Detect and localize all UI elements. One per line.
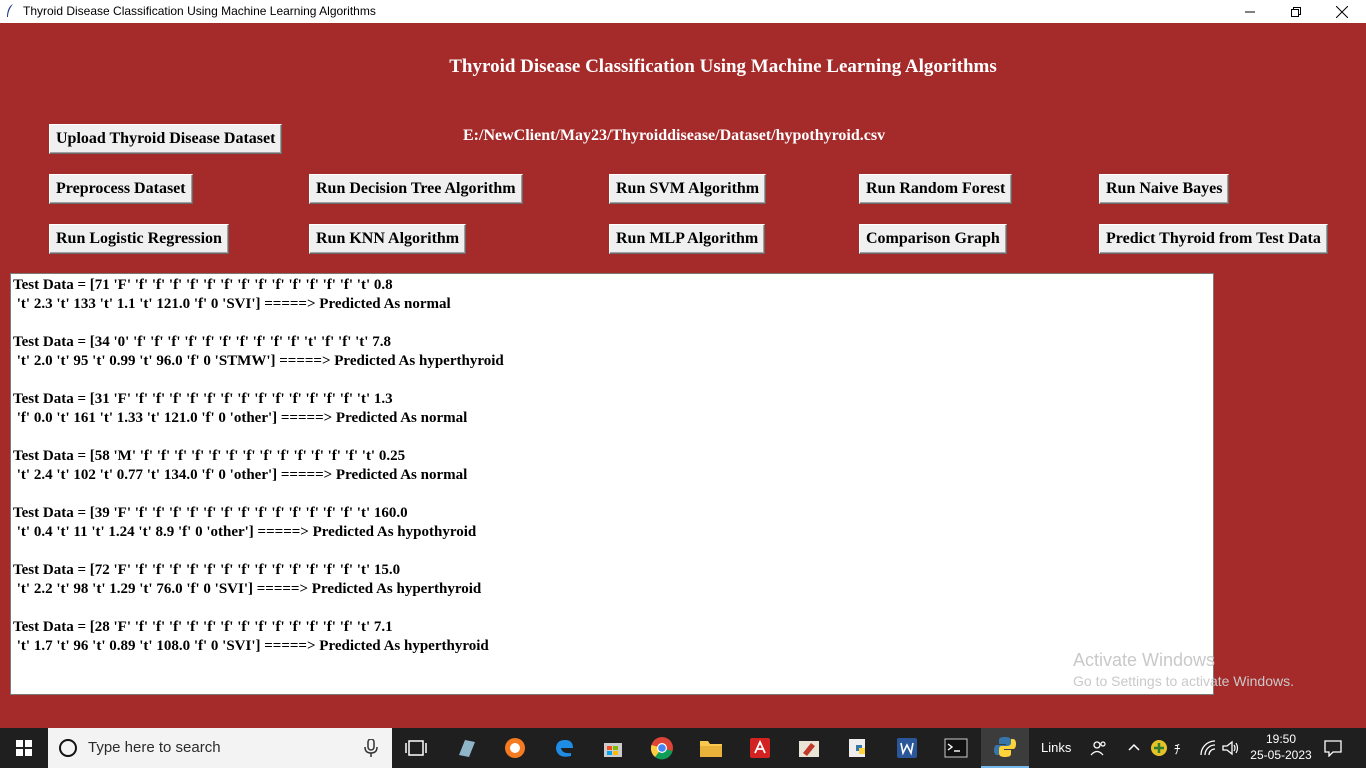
taskbar-paint[interactable] [785, 728, 833, 768]
terminal-icon [944, 738, 968, 758]
avast-icon [505, 738, 525, 758]
window-title: Thyroid Disease Classification Using Mac… [23, 4, 376, 18]
volume-icon[interactable] [1222, 740, 1240, 756]
taskbar: Type here to search Links ﾁ 19:50 25-05-… [0, 728, 1366, 768]
mlp-button[interactable]: Run MLP Algorithm [609, 224, 766, 254]
clock-date: 25-05-2023 [1250, 748, 1312, 762]
decision-tree-button[interactable]: Run Decision Tree Algorithm [309, 174, 523, 204]
chrome-icon [650, 737, 673, 760]
acrobat-icon [750, 738, 770, 758]
clock-time: 19:50 [1265, 732, 1297, 746]
links-toolbar-label[interactable]: Links [1041, 740, 1071, 755]
word-icon [897, 738, 917, 758]
taskbar-app-store-app[interactable] [442, 728, 490, 768]
antivirus-tray-icon[interactable] [1150, 739, 1168, 757]
taskbar-word[interactable] [883, 728, 931, 768]
close-button[interactable] [1319, 0, 1365, 23]
taskbar-chrome[interactable] [638, 728, 686, 768]
store-icon [604, 743, 622, 757]
ime-icon[interactable]: ﾁ [1174, 739, 1181, 758]
output-text-area[interactable]: Test Data = [71 'F' 'f' 'f' 'f' 'f' 'f' … [10, 273, 1214, 695]
activate-watermark-subtitle: Go to Settings to activate Windows. [1073, 673, 1294, 689]
restore-button[interactable] [1273, 0, 1319, 23]
output-line: Test Data = [31 'F' 'f' 'f' 'f' 'f' 'f' … [13, 391, 468, 426]
edge-icon [556, 740, 573, 757]
file-explorer-icon [700, 741, 722, 757]
comparison-graph-button[interactable]: Comparison Graph [859, 224, 1007, 254]
app-window-content: Thyroid Disease Classification Using Mac… [0, 23, 1366, 728]
paint-icon [799, 741, 819, 757]
wifi-icon[interactable] [1200, 740, 1218, 756]
upload-dataset-button[interactable]: Upload Thyroid Disease Dataset [49, 124, 283, 154]
python-icon [994, 737, 1016, 757]
output-line: Test Data = [39 'F' 'f' 'f' 'f' 'f' 'f' … [13, 505, 477, 540]
page-title-wrapper: Thyroid Disease Classification Using Mac… [0, 56, 1366, 78]
predict-button[interactable]: Predict Thyroid from Test Data [1099, 224, 1328, 254]
chevron-up-icon[interactable] [1128, 742, 1140, 752]
output-line: Test Data = [28 'F' 'f' 'f' 'f' 'f' 'f' … [13, 619, 489, 654]
taskbar-store[interactable] [589, 728, 637, 768]
output-line: Test Data = [34 '0' 'f' 'f' 'f' 'f' 'f' … [13, 334, 504, 369]
random-forest-button[interactable]: Run Random Forest [859, 174, 1013, 204]
search-icon [59, 739, 77, 757]
taskbar-python-idle[interactable] [834, 728, 882, 768]
page-title: Thyroid Disease Classification Using Mac… [449, 56, 997, 77]
svm-button[interactable]: Run SVM Algorithm [609, 174, 767, 204]
taskbar-search-box[interactable]: Type here to search [48, 728, 392, 768]
logistic-regression-button[interactable]: Run Logistic Regression [49, 224, 229, 254]
task-view-button[interactable] [392, 728, 440, 768]
knn-button[interactable]: Run KNN Algorithm [309, 224, 467, 254]
naive-bayes-button[interactable]: Run Naive Bayes [1099, 174, 1230, 204]
taskbar-acrobat[interactable] [736, 728, 784, 768]
minimize-button[interactable] [1227, 0, 1273, 23]
windows-start-icon [16, 740, 32, 756]
dataset-path-label: E:/NewClient/May23/Thyroiddisease/Datase… [463, 127, 886, 144]
feather-app-icon [7, 4, 13, 17]
preprocess-dataset-button[interactable]: Preprocess Dataset [49, 174, 193, 204]
output-line: Test Data = [58 'M' 'f' 'f' 'f' 'f' 'f' … [13, 448, 468, 483]
taskbar-avast[interactable] [491, 728, 539, 768]
taskbar-python-active[interactable] [981, 728, 1029, 768]
activate-windows-watermark: Activate Windows Go to Settings to activ… [1073, 650, 1294, 689]
taskbar-file-explorer[interactable] [687, 728, 735, 768]
start-button[interactable] [0, 728, 48, 768]
output-line: Test Data = [71 'F' 'f' 'f' 'f' 'f' 'f' … [13, 277, 451, 312]
store-app-icon [459, 740, 475, 757]
task-view-icon [405, 740, 427, 756]
activate-watermark-title: Activate Windows [1073, 650, 1216, 670]
taskbar-clock[interactable]: 19:50 25-05-2023 [1249, 731, 1313, 763]
close-icon [1336, 5, 1348, 18]
minimize-icon [1245, 11, 1255, 12]
search-placeholder: Type here to search [88, 739, 221, 756]
window-titlebar: Thyroid Disease Classification Using Mac… [0, 0, 1366, 23]
output-line: Test Data = [72 'F' 'f' 'f' 'f' 'f' 'f' … [13, 562, 482, 597]
taskbar-terminal[interactable] [932, 728, 980, 768]
people-icon[interactable] [1090, 739, 1108, 757]
taskbar-edge[interactable] [540, 728, 588, 768]
microphone-icon[interactable] [364, 739, 378, 757]
python-idle-icon [849, 739, 865, 757]
restore-icon [1291, 6, 1301, 17]
notifications-icon[interactable] [1324, 739, 1342, 757]
